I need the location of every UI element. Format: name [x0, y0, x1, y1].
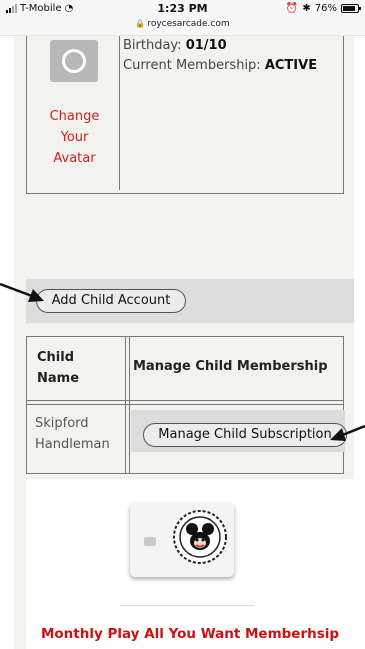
avatar-cell: Change Your Avatar — [29, 36, 120, 190]
right-status: ⏰ ✱ 76% — [285, 3, 361, 14]
column-header-manage: Manage Child Membership — [133, 359, 328, 374]
membership-card-area: Monthly Play All You Want Memberhsip — [26, 479, 354, 649]
bluetooth-icon: ✱ — [302, 3, 311, 14]
page-content: Change Your Avatar Birthday: 01/10 Curre… — [14, 36, 354, 649]
url-bar[interactable]: 🔒 roycesarcade.com — [0, 19, 365, 29]
separator — [120, 605, 254, 606]
header-line: Child — [37, 350, 75, 365]
birthday-row: Birthday: 01/10 — [123, 36, 341, 56]
arcade-mascot-logo — [173, 510, 227, 564]
manage-child-subscription-button[interactable]: Manage Child Subscription — [143, 423, 347, 447]
membership-label: Current Membership: — [123, 58, 261, 73]
membership-card-image — [130, 503, 234, 577]
birthday-value: 01/10 — [185, 38, 227, 53]
add-child-bar: Add Child Account — [26, 279, 354, 323]
avatar-placeholder-icon — [62, 49, 86, 73]
table-divider — [27, 404, 343, 405]
lock-icon: 🔒 — [135, 19, 146, 28]
card-chip-icon — [144, 537, 156, 546]
battery-percent: 76% — [314, 3, 337, 14]
alarm-icon: ⏰ — [285, 3, 299, 14]
avatar-image — [50, 40, 98, 82]
header-line: Name — [37, 371, 80, 386]
add-child-account-button[interactable]: Add Child Account — [36, 289, 186, 313]
url-text: roycesarcade.com — [147, 19, 230, 29]
column-header-child-name: Child Name — [37, 347, 123, 389]
membership-title: Monthly Play All You Want Memberhsip — [40, 626, 340, 642]
table-divider — [27, 400, 343, 401]
annotation-arrow-icon — [0, 282, 44, 302]
profile-table: Change Your Avatar Birthday: 01/10 Curre… — [26, 36, 344, 194]
table-divider — [125, 337, 126, 473]
change-avatar-line: Change — [49, 109, 100, 124]
battery-icon — [341, 4, 361, 13]
membership-value: ACTIVE — [264, 58, 318, 73]
table-divider — [129, 337, 130, 473]
change-avatar-link[interactable]: Change Your Avatar — [29, 106, 120, 169]
change-avatar-line: Your — [60, 130, 89, 145]
membership-row: Current Membership: ACTIVE — [123, 56, 341, 76]
child-name: Skipford Handleman — [35, 413, 125, 455]
status-bar: T-Mobile ◔ 1:23 PM 🔒 roycesarcade.com ⏰ ✱… — [0, 0, 365, 36]
birthday-label: Birthday: — [123, 38, 182, 53]
change-avatar-line: Avatar — [53, 151, 96, 166]
child-name-line: Skipford — [35, 416, 89, 431]
child-table: Child Name Manage Child Membership Skipf… — [26, 336, 347, 474]
annotation-arrow-icon — [330, 424, 365, 441]
child-name-line: Handleman — [35, 437, 110, 452]
profile-info: Birthday: 01/10 Current Membership: ACTI… — [123, 36, 341, 76]
